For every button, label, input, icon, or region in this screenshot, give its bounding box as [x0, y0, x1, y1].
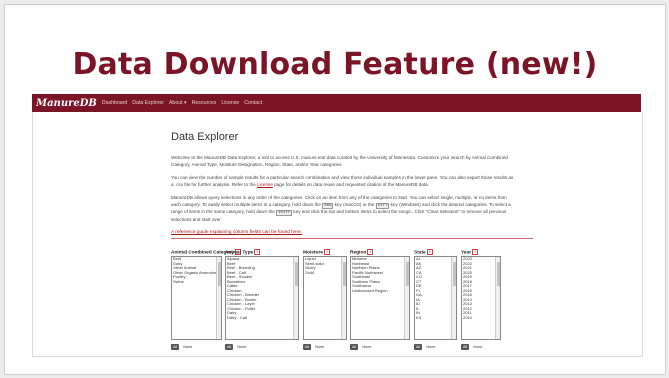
filter-label-text: Moisture — [303, 250, 323, 256]
filter-label-text: Animal Type — [225, 250, 254, 256]
filter-listbox[interactable]: Beef Dairy Other Animal Other Organic Amend… — [171, 256, 222, 340]
nav-resources[interactable]: Resources — [192, 100, 217, 106]
intro-paragraph: Welcome to the ManureDB Data Explorer, a… — [171, 155, 508, 167]
key-ctrl: ctrl — [375, 202, 390, 209]
page-content: Data Explorer Welcome to the ManureDB Da… — [32, 112, 643, 357]
selection-buttons: All None — [303, 344, 347, 350]
scrollbar[interactable] — [341, 257, 346, 339]
scrollbar-thumb[interactable] — [294, 262, 298, 286]
selection-paragraph: ManureDB allows query selections in any … — [171, 195, 516, 223]
filter-label: Region? — [350, 249, 410, 256]
filter-label: State? — [414, 249, 457, 256]
filter-listbox[interactable]: Midwest Northeast Northern Plains Pacific N… — [350, 256, 410, 340]
list-item[interactable]: Dairy - Calf — [226, 316, 298, 321]
scrollbar-thumb[interactable] — [217, 262, 221, 286]
selection-buttons: All None — [461, 344, 501, 350]
scrollbar[interactable] — [216, 257, 221, 339]
filter-box: Animal Combined Category? Beef Dairy Other … — [171, 249, 241, 350]
filter-label: Year? — [461, 249, 501, 256]
page-heading: Data Explorer — [171, 131, 239, 143]
export-text-b: page for details on data reuse and reque… — [272, 181, 429, 187]
select-none-button[interactable]: None — [183, 345, 192, 349]
select-all-button[interactable]: All — [414, 344, 423, 350]
select-none-button[interactable]: None — [473, 345, 482, 349]
help-icon[interactable]: ? — [426, 249, 433, 255]
select-all-button[interactable]: All — [225, 344, 234, 350]
help-icon[interactable]: ? — [254, 249, 261, 255]
filter-listbox[interactable]: AL AK AZ CA CO CT DE FL GA IA ID IL IN KS — [414, 256, 457, 340]
filter-label: Animal Combined Category? — [171, 249, 241, 256]
slide-title: Data Download Feature (new!) — [72, 47, 598, 82]
nav-dashboard[interactable]: Dashboard — [102, 100, 127, 106]
nav-license[interactable]: License — [221, 100, 239, 106]
license-link[interactable]: License — [257, 182, 273, 187]
scrollbar-thumb[interactable] — [405, 262, 409, 286]
help-icon[interactable]: ? — [324, 249, 330, 255]
export-paragraph: You can view the number of sample result… — [171, 175, 516, 188]
filter-box: State? AL AK AZ CA CO CT DE FL GA IA ID IL IN KS All Non… — [414, 249, 457, 350]
reference-guide-link[interactable]: A reference guide explaining column fiel… — [171, 230, 341, 235]
filter-listbox[interactable]: Alpaca Beef Beef - Breeding Beef - Calf Beef… — [225, 256, 299, 340]
nav-about-dropdown[interactable]: About ▾ — [169, 100, 187, 106]
filter-box: Animal Type? Alpaca Beef Beef - Breeding Bee… — [225, 249, 299, 350]
select-none-button[interactable]: None — [426, 345, 435, 349]
filter-label-text: Year — [461, 250, 472, 256]
filter-label: Animal Type? — [225, 249, 299, 256]
divider — [171, 238, 533, 239]
nav-data-explorer[interactable]: Data Explorer — [132, 100, 164, 106]
navbar: ManureDB Dashboard Data Explorer About ▾… — [32, 94, 641, 112]
scrollbar[interactable] — [293, 257, 298, 339]
key-shift: shift — [276, 210, 293, 217]
scrollbar[interactable] — [451, 257, 456, 339]
help-icon[interactable]: ? — [472, 249, 479, 255]
list-item[interactable]: Solid — [304, 271, 346, 276]
filter-listbox[interactable]: Liquid Semi-solid Slurry Solid — [303, 256, 347, 340]
nav-contact[interactable]: Contact — [244, 100, 262, 106]
selection-buttons: All None — [350, 344, 410, 350]
select-all-button[interactable]: All — [461, 344, 470, 350]
filter-label: Moisture? — [303, 249, 347, 256]
filter-label-text: State — [414, 250, 426, 256]
filter-label-text: Region — [350, 250, 367, 256]
selection-buttons: All None — [171, 344, 222, 350]
select-all-button[interactable]: All — [350, 344, 359, 350]
slide: Data Download Feature (new!) ManureDB Da… — [4, 4, 666, 375]
list-item[interactable]: Swine — [172, 280, 221, 285]
list-item[interactable]: Undisclosed Region — [351, 289, 409, 294]
scrollbar-thumb[interactable] — [342, 262, 346, 286]
scrollbar[interactable] — [404, 257, 409, 339]
filter-box: Moisture? Liquid Semi-solid Slurry Solid All N… — [303, 249, 347, 350]
scrollbar-thumb[interactable] — [452, 262, 456, 286]
select-all-button[interactable]: All — [171, 344, 180, 350]
scrollbar[interactable] — [495, 257, 500, 339]
help-icon[interactable]: ? — [367, 249, 374, 255]
selection-buttons: All None — [225, 344, 299, 350]
select-none-button[interactable]: None — [362, 345, 371, 349]
brand-logo[interactable]: ManureDB — [36, 98, 97, 109]
key-cmd: cmd — [322, 202, 334, 209]
selection-buttons: All None — [414, 344, 457, 350]
filter-listbox[interactable]: 2023 2022 2021 2020 2019 2018 2017 2016 2015 2014… — [461, 256, 501, 340]
select-none-button[interactable]: None — [315, 345, 324, 349]
filter-box: Region? Midwest Northeast Northern Plains Pa… — [350, 249, 410, 350]
selection-text-b: key (macOS) or the — [333, 201, 376, 207]
select-all-button[interactable]: All — [303, 344, 312, 350]
filter-box: Year? 2023 2022 2021 2020 2019 2018 2017 2016 201… — [461, 249, 501, 350]
list-item[interactable]: KS — [415, 316, 456, 321]
scrollbar-thumb[interactable] — [496, 262, 500, 286]
select-none-button[interactable]: None — [237, 345, 246, 349]
